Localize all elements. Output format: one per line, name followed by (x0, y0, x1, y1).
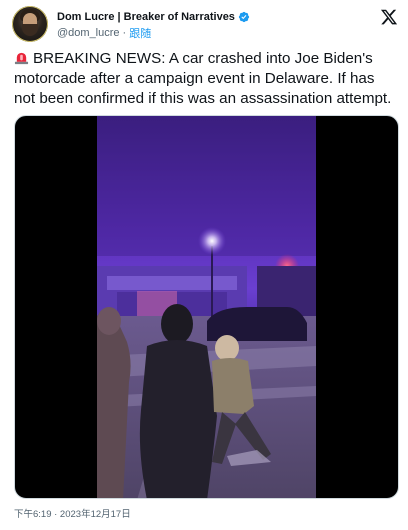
video-frame[interactable] (97, 116, 316, 498)
separator-dot: · (122, 27, 127, 39)
x-logo-icon[interactable] (380, 8, 398, 26)
tweet-text: BREAKING NEWS: A car crashed into Joe Bi… (14, 49, 398, 109)
avatar[interactable] (12, 6, 48, 42)
tweet-card: Dom Lucre | Breaker of Narratives @dom_l… (0, 0, 408, 530)
verified-badge-icon (238, 11, 250, 23)
video-scene (97, 116, 316, 498)
tweet-body: BREAKING NEWS: A car crashed into Joe Bi… (14, 50, 392, 107)
tweet-timestamp[interactable]: 下午6:19 · 2023年12月17日 (14, 506, 131, 520)
rotating-light-icon (14, 52, 29, 65)
author-handle-row: @dom_lucre · 跟随 (57, 25, 151, 41)
follow-button[interactable]: 跟随 (129, 25, 151, 41)
video-media[interactable] (14, 115, 399, 499)
author-handle[interactable]: @dom_lucre (57, 27, 120, 39)
author-name-row: Dom Lucre | Breaker of Narratives (57, 8, 250, 26)
tweet-header: Dom Lucre | Breaker of Narratives @dom_l… (12, 6, 402, 42)
author-display-name[interactable]: Dom Lucre | Breaker of Narratives (57, 11, 235, 23)
